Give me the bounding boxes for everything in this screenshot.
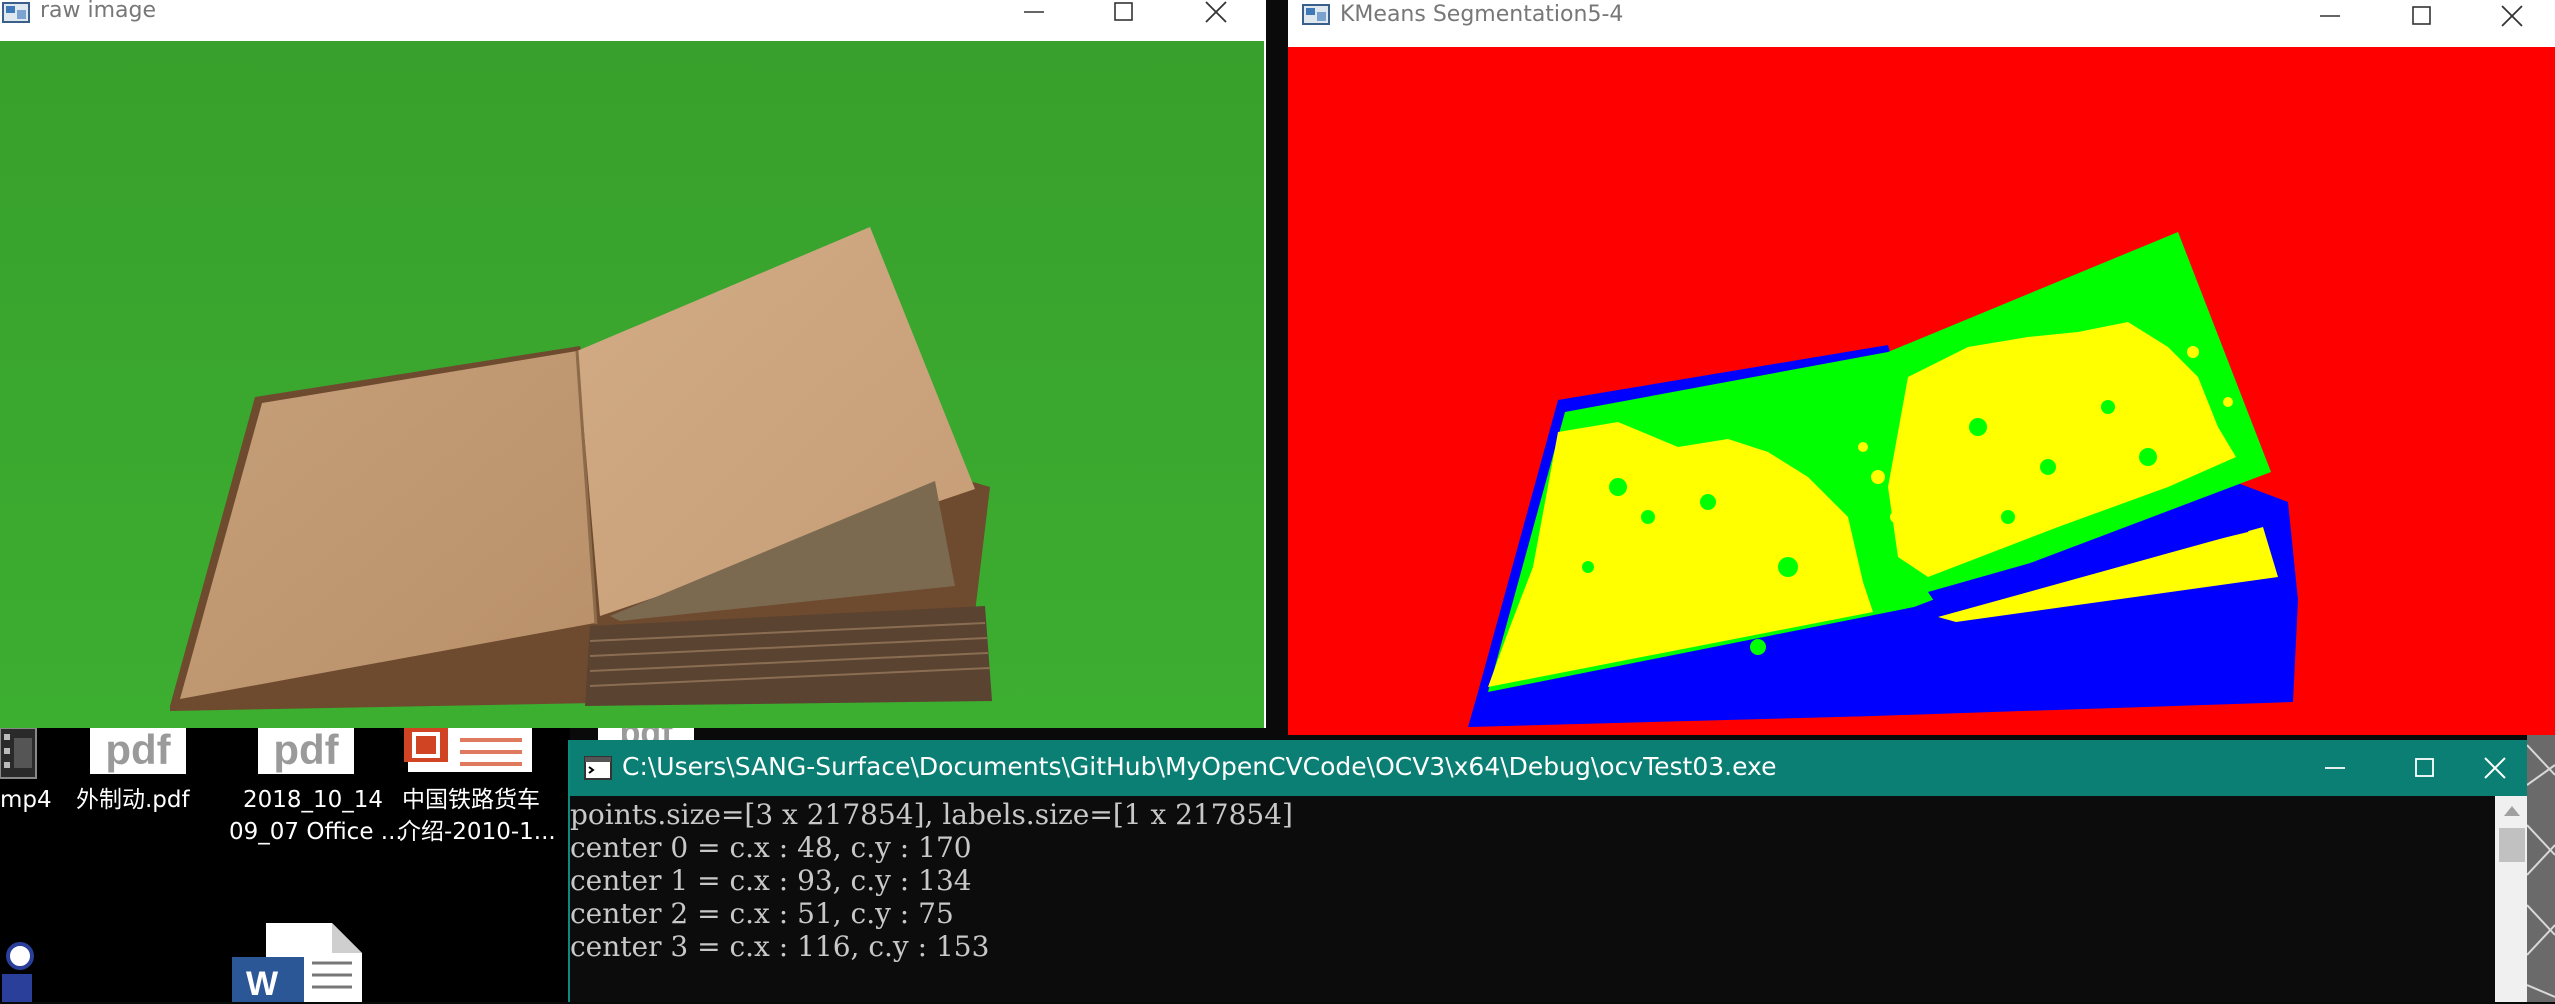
console-line: center 2 = c.x : 51, c.y : 75 xyxy=(570,897,954,930)
close-icon xyxy=(2501,5,2523,27)
pdf-file-icon: pdf xyxy=(90,728,186,774)
raw-image-titlebar[interactable]: raw image xyxy=(0,0,1266,41)
close-button[interactable] xyxy=(2466,0,2555,32)
desktop-icon-powerpoint[interactable]: 中国铁路货车 介绍-2010-1... xyxy=(398,728,558,858)
console-line: center 3 = c.x : 116, c.y : 153 xyxy=(570,930,990,963)
scrollbar-thumb[interactable] xyxy=(2499,828,2525,862)
segmentation-canvas xyxy=(1288,47,2555,735)
minimize-button[interactable] xyxy=(2290,740,2380,796)
desktop-icon-pdf[interactable]: pdf 外制动.pdf xyxy=(60,728,210,838)
desktop-icon-label: 09_07 Office ... xyxy=(229,819,403,845)
desktop-icon-video[interactable]: mp4 xyxy=(0,728,60,838)
minimize-button[interactable] xyxy=(2284,0,2376,32)
powerpoint-file-icon xyxy=(404,728,532,772)
kmeans-window[interactable]: KMeans Segmentation5-4 xyxy=(1288,0,2555,735)
maximize-button[interactable] xyxy=(2376,0,2468,32)
kmeans-title: KMeans Segmentation5-4 xyxy=(1340,2,1624,27)
video-file-icon xyxy=(0,728,37,779)
scroll-up-button[interactable] xyxy=(2495,796,2529,826)
app-icon xyxy=(1302,4,1330,25)
minimize-icon xyxy=(1024,11,1044,13)
maximize-icon xyxy=(2412,6,2431,25)
console-title: C:\Users\SANG-Surface\Documents\GitHub\M… xyxy=(622,752,1777,781)
pdf-file-icon: pdf xyxy=(258,728,354,774)
background-wallpaper-strip xyxy=(2527,735,2555,1002)
minimize-button[interactable] xyxy=(988,0,1080,24)
pdf-tile-text: pdf xyxy=(105,726,171,773)
app-icon xyxy=(2,2,30,23)
console-line: center 1 = c.x : 93, c.y : 134 xyxy=(570,864,972,897)
svg-text:W: W xyxy=(246,965,279,1002)
console-titlebar[interactable]: C:\Users\SANG-Surface\Documents\GitHub\M… xyxy=(570,740,2529,796)
close-icon xyxy=(1205,1,1227,23)
pdf-tile-text: pdf xyxy=(273,726,339,773)
close-button[interactable] xyxy=(1170,0,1262,24)
raw-image-canvas xyxy=(0,41,1264,728)
maximize-button[interactable] xyxy=(2380,740,2470,796)
close-icon xyxy=(2484,757,2506,779)
raw-image-title: raw image xyxy=(40,0,157,23)
desktop-icon-label: mp4 xyxy=(0,787,52,813)
console-window[interactable]: C:\Users\SANG-Surface\Documents\GitHub\M… xyxy=(568,740,2529,1002)
raw-image-window[interactable]: raw image xyxy=(0,0,1266,728)
console-output[interactable]: points.size=[3 x 217854], labels.size=[1… xyxy=(570,796,2490,1004)
desktop-icon-label: 介绍-2010-1... xyxy=(398,819,556,845)
console-line: center 0 = c.x : 48, c.y : 170 xyxy=(570,831,972,864)
kmeans-titlebar[interactable]: KMeans Segmentation5-4 xyxy=(1288,0,2555,47)
maximize-icon xyxy=(2415,758,2434,777)
close-button[interactable] xyxy=(2460,740,2530,796)
maximize-button[interactable] xyxy=(1078,0,1170,24)
console-line: points.size=[3 x 217854], labels.size=[1… xyxy=(570,798,1293,831)
console-scrollbar[interactable] xyxy=(2495,796,2529,1002)
maximize-icon xyxy=(1114,2,1133,21)
console-app-icon xyxy=(584,756,612,780)
desktop-area: mp4 pdf 外制动.pdf pdf 2018_10_14 09_07 Off… xyxy=(0,728,694,1002)
minimize-icon xyxy=(2325,767,2345,769)
chevron-up-icon xyxy=(2504,806,2520,816)
desktop-icon-label: 外制动.pdf xyxy=(76,787,190,813)
user-icon[interactable] xyxy=(0,940,40,1002)
desktop-icon-label: 中国铁路货车 xyxy=(402,787,540,813)
desktop-icon-pdf[interactable]: pdf 2018_10_14 09_07 Office ... xyxy=(225,728,403,858)
desktop-icon-label: 2018_10_14 xyxy=(243,787,384,813)
minimize-icon xyxy=(2320,15,2340,17)
word-document-icon[interactable]: W xyxy=(232,923,362,1002)
